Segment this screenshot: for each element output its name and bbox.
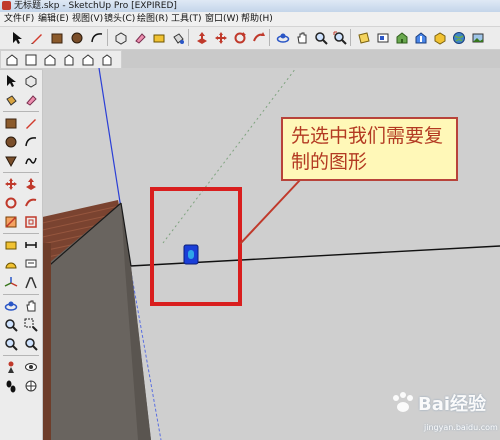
watermark-logo-text: Bai经验	[418, 394, 487, 415]
warehouse-icon[interactable]	[393, 29, 410, 46]
main-toolbar	[0, 27, 500, 50]
circle-icon[interactable]	[68, 29, 85, 46]
zoom-window-icon[interactable]	[22, 316, 40, 333]
move-icon[interactable]	[2, 175, 20, 192]
sketchup-app-icon	[2, 1, 11, 10]
top-view-icon[interactable]	[22, 51, 39, 68]
toolbar-separator	[3, 111, 39, 112]
select-icon[interactable]	[2, 72, 20, 89]
walk-icon[interactable]	[2, 377, 20, 394]
tape-measure-icon[interactable]	[150, 29, 167, 46]
zoom-icon[interactable]	[312, 29, 329, 46]
position-camera-icon[interactable]	[374, 29, 391, 46]
zoom-icon[interactable]	[2, 316, 20, 333]
move-icon[interactable]	[212, 29, 229, 46]
eraser-icon[interactable]	[131, 29, 148, 46]
position-camera-icon[interactable]	[2, 358, 20, 375]
views-toolbar	[0, 50, 122, 69]
text-icon[interactable]	[22, 255, 40, 272]
3d-text-icon[interactable]	[22, 274, 40, 291]
menu-camera[interactable]: 镜头(C)	[104, 12, 135, 26]
rectangle-icon[interactable]	[48, 29, 65, 46]
eraser-icon[interactable]	[22, 91, 40, 108]
share-model-icon[interactable]	[412, 29, 429, 46]
left-toolbar	[0, 70, 43, 440]
zoom-extents-icon[interactable]	[2, 335, 20, 352]
orbit-icon[interactable]	[274, 29, 291, 46]
tape-measure-icon[interactable]	[2, 236, 20, 253]
zoom-extents-icon[interactable]	[331, 29, 348, 46]
follow-me-icon[interactable]	[22, 194, 40, 211]
push-pull-icon[interactable]	[193, 29, 210, 46]
front-view-icon[interactable]	[41, 51, 58, 68]
polygon-icon[interactable]	[2, 152, 20, 169]
axes-icon[interactable]	[2, 274, 20, 291]
paint-bucket-icon[interactable]	[2, 91, 20, 108]
component-icon[interactable]	[431, 29, 448, 46]
scale-icon[interactable]	[2, 213, 20, 230]
right-view-icon[interactable]	[60, 51, 77, 68]
pan-icon[interactable]	[293, 29, 310, 46]
freehand-icon[interactable]	[22, 152, 40, 169]
arc-icon[interactable]	[88, 29, 105, 46]
toolbar-separator	[188, 29, 189, 46]
menu-edit[interactable]: 编辑(E)	[38, 12, 69, 26]
menu-file[interactable]: 文件(F)	[4, 12, 34, 26]
toolbar-separator	[3, 233, 39, 234]
pencil-icon[interactable]	[28, 29, 45, 46]
menu-window[interactable]: 窗口(W)	[205, 12, 239, 26]
paint-bucket-icon[interactable]	[169, 29, 186, 46]
rotate-icon[interactable]	[2, 194, 20, 211]
menu-bar: 文件(F) 编辑(E) 视图(V) 镜头(C) 绘图(R) 工具(T) 窗口(W…	[0, 12, 500, 27]
select-icon[interactable]	[8, 29, 25, 46]
offset-icon[interactable]	[22, 213, 40, 230]
arc-icon[interactable]	[22, 133, 40, 150]
rotate-icon[interactable]	[231, 29, 248, 46]
toolbar-separator	[269, 29, 270, 46]
green-axis-dotted	[162, 68, 297, 244]
baidu-paw-icon	[393, 392, 413, 412]
circle-icon[interactable]	[2, 133, 20, 150]
window-title: 无标题.skp - SketchUp Pro [EXPIRED]	[14, 1, 177, 11]
iso-view-icon[interactable]	[3, 51, 20, 68]
line-icon[interactable]	[22, 114, 40, 131]
instruction-callout: 先选中我们需要复制的图形	[281, 117, 458, 181]
make-component-icon[interactable]	[22, 72, 40, 89]
toolbar-separator	[3, 355, 39, 356]
protractor-icon[interactable]	[2, 255, 20, 272]
toolbar-separator	[3, 294, 39, 295]
toolbar-separator	[3, 172, 39, 173]
left-view-icon[interactable]	[98, 51, 115, 68]
selected-shape-face	[188, 250, 194, 259]
pan-icon[interactable]	[22, 297, 40, 314]
back-view-icon[interactable]	[79, 51, 96, 68]
callout-text: 先选中我们需要复制的图形	[291, 125, 444, 173]
section-plane-icon[interactable]	[22, 377, 40, 394]
box-left-strip	[43, 243, 51, 440]
menu-draw[interactable]: 绘图(R)	[137, 12, 168, 26]
menu-tools[interactable]: 工具(T)	[171, 12, 202, 26]
watermark-url: jingyan.baidu.com	[424, 423, 498, 432]
toolbar-separator	[350, 29, 351, 46]
photo-texture-icon[interactable]	[469, 29, 486, 46]
orbit-icon[interactable]	[2, 297, 20, 314]
menu-view[interactable]: 视图(V)	[72, 12, 103, 26]
globe-icon[interactable]	[450, 29, 467, 46]
section-plane-icon[interactable]	[355, 29, 372, 46]
menu-help[interactable]: 帮助(H)	[241, 12, 273, 26]
callout-arrow	[239, 179, 301, 245]
dimension-icon[interactable]	[22, 236, 40, 253]
baidu-watermark: Bai经验 jingyan.baidu.com	[390, 390, 500, 440]
make-component-icon[interactable]	[112, 29, 129, 46]
look-around-icon[interactable]	[22, 358, 40, 375]
previous-view-icon[interactable]	[22, 335, 40, 352]
rectangle-icon[interactable]	[2, 114, 20, 131]
push-pull-icon[interactable]	[22, 175, 40, 192]
follow-me-icon[interactable]	[250, 29, 267, 46]
toolbar-separator	[107, 29, 108, 46]
